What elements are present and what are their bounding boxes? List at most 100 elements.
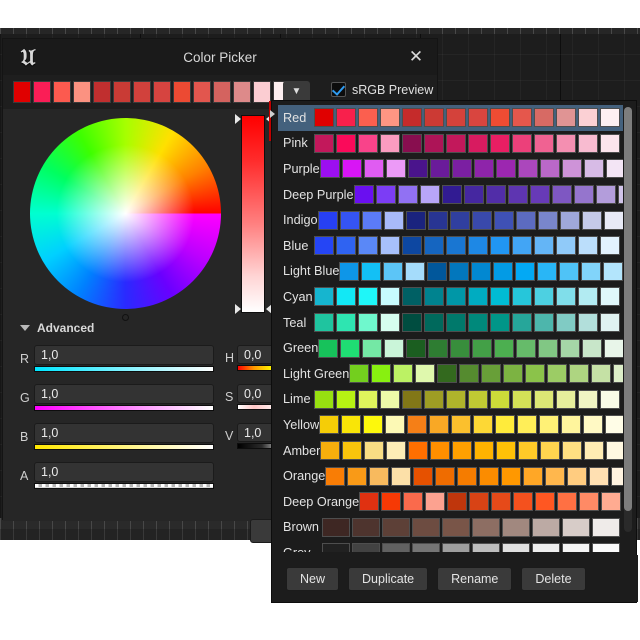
palette-swatch-11[interactable] xyxy=(595,185,616,205)
value-slider-handle-bottom-left[interactable] xyxy=(235,304,241,314)
palette-row-indigo[interactable]: Indigo xyxy=(278,207,623,233)
palette-swatch-4[interactable] xyxy=(405,210,426,230)
palette-swatch-4[interactable] xyxy=(427,261,448,281)
palette-swatch-6[interactable] xyxy=(446,108,466,128)
palette-swatch-0[interactable] xyxy=(325,466,346,486)
palette-swatch-0[interactable] xyxy=(317,210,338,230)
palette-swatch-9[interactable] xyxy=(551,185,572,205)
recent-swatch-10[interactable] xyxy=(213,81,231,103)
palette-swatch-13[interactable] xyxy=(606,441,623,461)
palette-swatch-9[interactable] xyxy=(547,364,568,384)
palette-swatch-8[interactable] xyxy=(490,236,510,256)
palette-swatch-3[interactable] xyxy=(419,185,440,205)
palette-swatch-2[interactable] xyxy=(383,261,404,281)
palette-swatch-4[interactable] xyxy=(408,441,429,461)
palette-swatch-12[interactable] xyxy=(583,159,604,179)
palette-swatch-5[interactable] xyxy=(424,313,444,333)
palette-swatch-8[interactable] xyxy=(529,185,550,205)
palette-row-red[interactable]: Red xyxy=(278,105,623,131)
palette-row-orange[interactable]: Orange xyxy=(278,463,623,489)
palette-swatch-13[interactable] xyxy=(600,108,620,128)
palette-swatch-4[interactable] xyxy=(447,492,468,512)
palette-swatch-5[interactable] xyxy=(424,108,444,128)
palette-swatch-4[interactable] xyxy=(402,108,422,128)
palette-swatch-6[interactable] xyxy=(457,466,478,486)
palette-swatch-9[interactable] xyxy=(537,261,558,281)
palette-swatch-13[interactable] xyxy=(605,159,623,179)
expand-left-icon[interactable] xyxy=(270,110,275,118)
palette-swatch-4[interactable] xyxy=(407,159,428,179)
palette-swatch-7[interactable] xyxy=(473,159,494,179)
palette-swatch-7[interactable] xyxy=(468,133,488,153)
palette-swatch-4[interactable] xyxy=(442,517,470,537)
recent-swatch-5[interactable] xyxy=(113,81,131,103)
palette-swatch-11[interactable] xyxy=(556,287,576,307)
palette-swatch-7[interactable] xyxy=(532,517,560,537)
palette-swatch-6[interactable] xyxy=(485,185,506,205)
palette-swatch-2[interactable] xyxy=(363,415,384,435)
palette-swatch-5[interactable] xyxy=(424,236,444,256)
palette-swatch-9[interactable] xyxy=(515,210,536,230)
channel-slider-g[interactable] xyxy=(34,405,214,411)
palette-swatch-1[interactable] xyxy=(342,441,363,461)
palette-swatch-7[interactable] xyxy=(507,185,528,205)
palette-swatch-10[interactable] xyxy=(534,389,554,409)
palette-swatch-3[interactable] xyxy=(380,313,400,333)
palette-swatch-2[interactable] xyxy=(393,364,414,384)
palette-swatch-9[interactable] xyxy=(518,441,539,461)
new-button[interactable]: New xyxy=(286,566,340,591)
palette-swatch-11[interactable] xyxy=(556,133,576,153)
palette-swatch-10[interactable] xyxy=(573,185,594,205)
palette-swatch-12[interactable] xyxy=(582,338,603,358)
palette-swatch-9[interactable] xyxy=(516,338,537,358)
palette-swatch-2[interactable] xyxy=(358,108,378,128)
channel-slider-r[interactable] xyxy=(34,366,214,372)
palette-swatch-3[interactable] xyxy=(415,364,436,384)
palette-swatch-1[interactable] xyxy=(336,236,356,256)
window-titlebar[interactable]: 𝔘 Color Picker ✕ xyxy=(3,39,437,75)
palette-swatch-13[interactable] xyxy=(600,287,620,307)
palette-swatch-4[interactable] xyxy=(407,415,428,435)
palette-swatch-0[interactable] xyxy=(314,133,334,153)
palette-swatch-2[interactable] xyxy=(358,287,378,307)
palette-swatch-8[interactable] xyxy=(493,210,514,230)
palette-swatch-4[interactable] xyxy=(406,338,427,358)
palette-swatch-5[interactable] xyxy=(463,185,484,205)
palette-swatch-7[interactable] xyxy=(474,441,495,461)
palette-swatch-12[interactable] xyxy=(578,133,598,153)
palette-swatch-12[interactable] xyxy=(617,185,623,205)
palette-swatch-0[interactable] xyxy=(339,261,360,281)
palette-swatch-0[interactable] xyxy=(359,492,380,512)
palette-swatch-8[interactable] xyxy=(535,492,556,512)
palette-swatch-4[interactable] xyxy=(402,389,422,409)
palette-swatch-2[interactable] xyxy=(382,517,410,537)
palette-swatch-5[interactable] xyxy=(424,389,444,409)
palette-swatch-6[interactable] xyxy=(481,364,502,384)
palette-swatch-10[interactable] xyxy=(537,210,558,230)
palette-swatch-11[interactable] xyxy=(581,261,602,281)
palette-swatch-8[interactable] xyxy=(490,108,510,128)
palette-swatch-5[interactable] xyxy=(430,441,451,461)
palette-swatch-10[interactable] xyxy=(569,364,590,384)
palette-swatch-12[interactable] xyxy=(583,415,604,435)
palette-swatch-9[interactable] xyxy=(512,108,532,128)
channel-input-r[interactable]: 1,0 xyxy=(34,345,214,365)
palette-swatch-11[interactable] xyxy=(567,466,588,486)
palette-swatch-3[interactable] xyxy=(385,159,406,179)
palette-swatch-5[interactable] xyxy=(428,338,449,358)
palette-swatch-10[interactable] xyxy=(534,287,554,307)
palette-swatch-2[interactable] xyxy=(403,492,424,512)
palette-swatch-12[interactable] xyxy=(578,287,598,307)
palette-swatch-10[interactable] xyxy=(534,313,554,333)
palette-swatch-11[interactable] xyxy=(591,364,612,384)
palette-swatch-7[interactable] xyxy=(493,261,514,281)
palette-swatch-2[interactable] xyxy=(397,185,418,205)
palette-swatch-9[interactable] xyxy=(512,133,532,153)
palette-scrollbar-thumb[interactable] xyxy=(624,107,632,511)
palette-swatch-13[interactable] xyxy=(611,466,623,486)
palette-swatch-3[interactable] xyxy=(385,415,406,435)
recent-swatch-8[interactable] xyxy=(173,81,191,103)
palette-swatch-6[interactable] xyxy=(446,133,466,153)
recent-swatch-1[interactable] xyxy=(33,81,51,103)
palette-swatch-5[interactable] xyxy=(429,415,450,435)
